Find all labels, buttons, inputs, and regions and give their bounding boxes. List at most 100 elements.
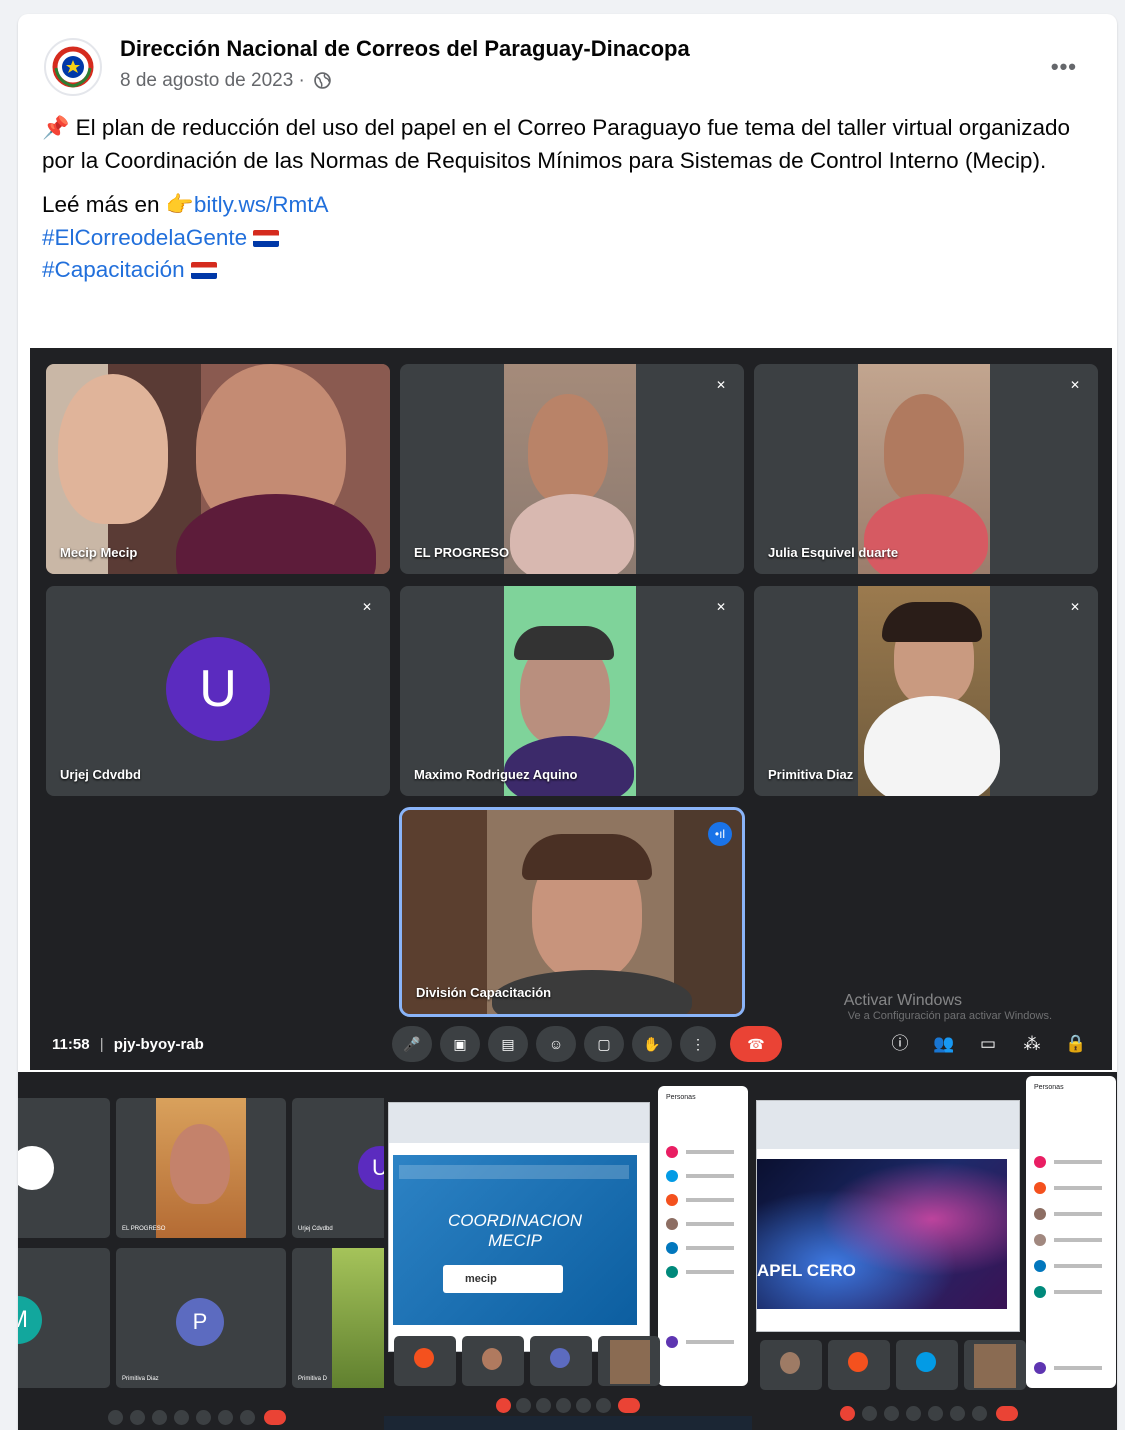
camera-button[interactable]: ▣	[440, 1026, 480, 1062]
participant-dot	[1034, 1182, 1046, 1194]
mini-control[interactable]	[576, 1398, 591, 1413]
mini-participant-name: Urjej Cdvdbd	[298, 1226, 333, 1232]
initial-avatar: U	[358, 1146, 384, 1190]
participant-line	[686, 1198, 734, 1202]
participant-name: Urjej Cdvdbd	[60, 767, 141, 782]
captions-button[interactable]: ▤	[488, 1026, 528, 1062]
mini-control[interactable]	[130, 1410, 145, 1425]
clothing	[864, 494, 988, 574]
hair	[522, 834, 652, 880]
active-speaker-tile: •ıl División Capacitación	[399, 807, 745, 1017]
post-timestamp[interactable]: 8 de agosto de 2023 ·	[120, 70, 331, 92]
post-main-text: El plan de reducción del uso del papel e…	[42, 115, 1071, 173]
emoji-button[interactable]: ☺	[536, 1026, 576, 1062]
mini-control[interactable]	[240, 1410, 255, 1425]
read-more-label: Leé más en	[42, 192, 160, 217]
initial-avatar: M	[18, 1296, 42, 1344]
host-controls-icon[interactable]: 🔒	[1062, 1030, 1090, 1058]
activities-icon[interactable]: ⁂	[1018, 1030, 1046, 1058]
people-icon[interactable]: 👥	[930, 1030, 958, 1058]
more-options-button[interactable]: •••	[1051, 54, 1077, 80]
participant-line	[1054, 1290, 1102, 1294]
microphone-button[interactable]: 🎤	[392, 1026, 432, 1062]
mini-avatar	[482, 1348, 502, 1370]
page-name-link[interactable]: Dirección Nacional de Correos del Paragu…	[120, 36, 690, 62]
powerpoint-window: COORDINACION MECIP mecip	[388, 1102, 650, 1352]
page-avatar[interactable]	[44, 38, 102, 96]
mini-control[interactable]	[906, 1406, 921, 1421]
panel-title: Personas	[1034, 1084, 1064, 1091]
info-icon[interactable]: ⓘ	[886, 1030, 914, 1058]
pushpin-icon: 📌	[42, 115, 70, 140]
post-header: Dirección Nacional de Correos del Paragu…	[18, 14, 1117, 110]
paraguay-flag-icon	[253, 229, 280, 247]
meeting-thumbnail-1[interactable]: EL PROGRESO U Urjej Cdvdbd M P Primitiva…	[18, 1072, 384, 1430]
mic-off-icon: ✕	[1070, 378, 1081, 392]
mini-tile	[18, 1098, 110, 1238]
person-figure	[884, 394, 964, 504]
slide: APEL CERO	[757, 1159, 1007, 1309]
person-figure	[58, 374, 168, 524]
meeting-thumbnail-2[interactable]: COORDINACION MECIP mecip Personas	[384, 1072, 752, 1430]
participant-dot	[666, 1194, 678, 1206]
mini-control-bar	[752, 1404, 1117, 1422]
meeting-screenshot[interactable]: Mecip Mecip ✕ EL PROGRESO ✕ Julia Esquiv…	[30, 348, 1112, 1070]
mini-control[interactable]	[928, 1406, 943, 1421]
participant-name: Primitiva Diaz	[768, 767, 854, 782]
mini-control[interactable]	[596, 1398, 611, 1413]
mini-control[interactable]	[884, 1406, 899, 1421]
logo-avatar	[18, 1146, 54, 1190]
meeting-thumbnail-3[interactable]: APEL CERO Personas	[752, 1072, 1117, 1430]
mini-control[interactable]	[840, 1406, 855, 1421]
external-link[interactable]: bitly.ws/RmtA	[194, 192, 329, 217]
hashtag-line-2: #Capacitación	[42, 254, 1092, 287]
ribbon	[757, 1101, 1019, 1149]
mini-end-call[interactable]	[618, 1398, 640, 1413]
powerpoint-window: APEL CERO	[756, 1100, 1020, 1332]
mini-control[interactable]	[108, 1410, 123, 1425]
mini-end-call[interactable]	[996, 1406, 1018, 1421]
hashtag-link-2[interactable]: #Capacitación	[42, 257, 185, 282]
participant-line	[1054, 1264, 1102, 1268]
mini-control[interactable]	[152, 1410, 167, 1425]
participant-dot	[666, 1242, 678, 1254]
captions-icon: ▤	[501, 1036, 515, 1052]
end-call-icon: ☎	[747, 1036, 765, 1052]
mini-control[interactable]	[174, 1410, 189, 1425]
mecip-logo: mecip	[443, 1265, 563, 1293]
clothing	[510, 494, 634, 574]
raise-hand-button[interactable]: ✋	[632, 1026, 672, 1062]
speaking-indicator-icon: •ıl	[708, 822, 732, 846]
initial-avatar: P	[176, 1298, 224, 1346]
mini-control[interactable]	[536, 1398, 551, 1413]
participant-dot	[666, 1336, 678, 1348]
present-icon: ▢	[597, 1036, 611, 1052]
slide-title-line-2: MECIP	[488, 1231, 542, 1250]
mini-control[interactable]	[862, 1406, 877, 1421]
hashtag-link-1[interactable]: #ElCorreodelaGente	[42, 225, 247, 250]
participant-tile: U ✕ Urjej Cdvdbd	[46, 586, 390, 796]
mini-control[interactable]	[972, 1406, 987, 1421]
windows-watermark: Activar Windows	[843, 992, 962, 1009]
end-call-button[interactable]: ☎	[730, 1026, 782, 1062]
participant-line	[686, 1340, 734, 1344]
more-options-meeting-button[interactable]: ⋮	[680, 1026, 716, 1062]
mini-control[interactable]	[516, 1398, 531, 1413]
participant-tile: Mecip Mecip	[46, 364, 390, 574]
mini-control[interactable]	[196, 1410, 211, 1425]
hair	[882, 602, 982, 642]
chat-icon[interactable]: ▭	[974, 1030, 1002, 1058]
hashtag-line-1: #ElCorreodelaGente	[42, 222, 1092, 255]
mini-control[interactable]	[496, 1398, 511, 1413]
mini-control[interactable]	[218, 1410, 233, 1425]
paraguay-flag-icon	[190, 262, 217, 279]
person-figure	[528, 394, 608, 504]
participant-line	[686, 1270, 734, 1274]
mic-off-icon: ✕	[1070, 600, 1081, 614]
mini-control[interactable]	[556, 1398, 571, 1413]
mini-control[interactable]	[950, 1406, 965, 1421]
present-button[interactable]: ▢	[584, 1026, 624, 1062]
mini-end-call[interactable]	[264, 1410, 286, 1425]
participant-name: Mecip Mecip	[60, 545, 138, 560]
participant-name: División Capacitación	[416, 985, 552, 1000]
